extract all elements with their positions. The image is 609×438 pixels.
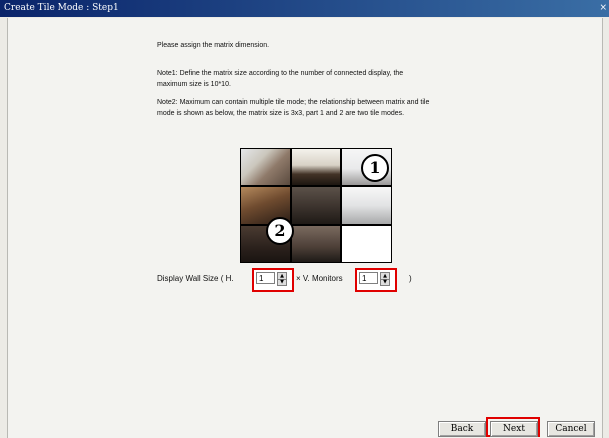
tile-image	[342, 225, 391, 262]
close-icon[interactable]: ×	[599, 0, 607, 17]
instruction-text: Please assign the matrix dimension.	[157, 42, 270, 49]
v-monitors-stepper[interactable]: 1 ▲ ▼	[355, 268, 397, 292]
tile-image	[291, 225, 341, 262]
spin-down-icon[interactable]: ▼	[278, 279, 286, 285]
wall-size-label: Display Wall Size ( H.	[157, 274, 234, 283]
tile-mode-1-badge: 1	[361, 154, 389, 182]
cancel-button[interactable]: Cancel	[547, 421, 595, 437]
tile-image	[342, 187, 391, 224]
v-monitors-spinner[interactable]: ▲ ▼	[380, 272, 390, 286]
note1-line1: Note1: Define the matrix size according …	[157, 70, 404, 77]
window-title: Create Tile Mode : Step1	[4, 3, 119, 13]
note1-line2: maximum size is 10*10.	[157, 81, 231, 88]
tile-image	[241, 149, 290, 186]
tile-mode-2-badge: 2	[266, 217, 294, 245]
h-monitors-stepper[interactable]: 1 ▲ ▼	[252, 268, 294, 292]
spin-down-icon[interactable]: ▼	[381, 279, 389, 285]
tile-image	[291, 187, 341, 224]
h-monitors-input[interactable]: 1	[256, 272, 275, 284]
h-monitors-spinner[interactable]: ▲ ▼	[277, 272, 287, 286]
note2-line2: mode is shown as below, the matrix size …	[157, 110, 405, 117]
back-button[interactable]: Back	[438, 421, 486, 437]
v-monitors-label: × V. Monitors	[296, 274, 343, 283]
tile-image	[291, 149, 341, 186]
v-monitors-input[interactable]: 1	[359, 272, 378, 284]
title-bar: Create Tile Mode : Step1 ×	[0, 0, 609, 17]
next-button[interactable]: Next	[490, 421, 538, 437]
wall-size-close-paren: )	[409, 274, 412, 283]
note2-line1: Note2: Maximum can contain multiple tile…	[157, 99, 430, 106]
